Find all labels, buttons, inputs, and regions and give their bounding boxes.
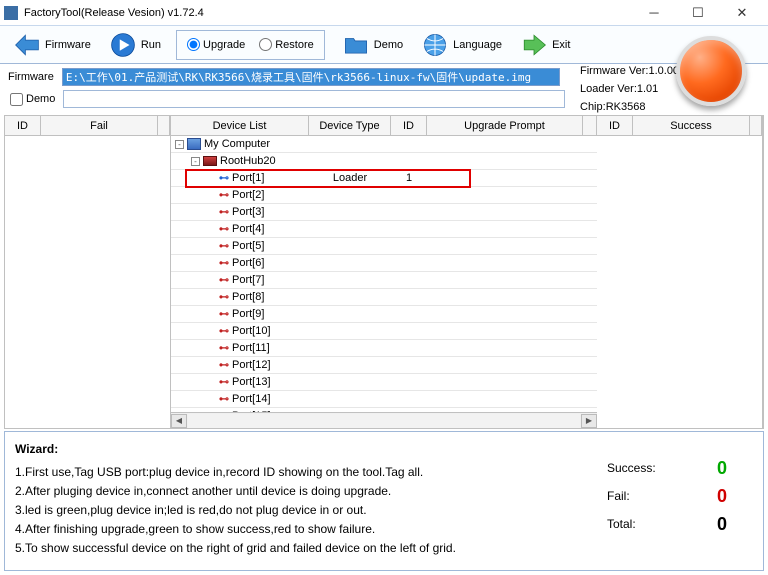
- fail-extra-header[interactable]: [158, 116, 170, 136]
- titlebar: FactoryTool(Release Vesion) v1.72.4 ─ ☐ …: [0, 0, 768, 26]
- demo-button[interactable]: Demo: [335, 28, 410, 62]
- device-panel: Device List Device Type ID Upgrade Promp…: [171, 116, 597, 428]
- usb-icon: ⊷: [219, 411, 229, 413]
- usb-icon: ⊷: [219, 292, 229, 303]
- wizard-panel: Wizard: 1.First use,Tag USB port:plug de…: [4, 431, 764, 571]
- tree-row[interactable]: ⊷Port[9]: [171, 306, 597, 323]
- mid-panel: ID Fail Device List Device Type ID Upgra…: [4, 115, 764, 429]
- device-tree[interactable]: -My Computer-RootHub20⊷Port[1]Loader1⊷Po…: [171, 136, 597, 412]
- usb-icon: ⊷: [219, 394, 229, 405]
- collapse-icon[interactable]: -: [191, 157, 200, 166]
- devid-header[interactable]: ID: [391, 116, 427, 136]
- restore-radio[interactable]: Restore: [259, 38, 314, 51]
- usb-icon: ⊷: [219, 275, 229, 286]
- exit-icon: [520, 31, 548, 59]
- run-button[interactable]: Run: [102, 28, 168, 62]
- firmware-button[interactable]: Firmware: [6, 28, 98, 62]
- firmware-icon: [13, 31, 41, 59]
- minimize-button[interactable]: ─: [632, 0, 676, 26]
- total-value: 0: [707, 510, 737, 538]
- scroll-right-icon[interactable]: ▶: [581, 414, 597, 428]
- tree-row[interactable]: ⊷Port[7]: [171, 272, 597, 289]
- run-label: Run: [141, 39, 161, 51]
- app-icon: [4, 6, 18, 20]
- tree-row[interactable]: ⊷Port[2]: [171, 187, 597, 204]
- usb-icon: ⊷: [219, 377, 229, 388]
- tree-row[interactable]: ⊷Port[6]: [171, 255, 597, 272]
- tree-row[interactable]: ⊷Port[4]: [171, 221, 597, 238]
- usb-icon: ⊷: [219, 309, 229, 320]
- tree-row[interactable]: ⊷Port[3]: [171, 204, 597, 221]
- collapse-icon[interactable]: -: [175, 140, 184, 149]
- tree-row[interactable]: ⊷Port[13]: [171, 374, 597, 391]
- devtype-header[interactable]: Device Type: [309, 116, 391, 136]
- fail-id-header[interactable]: ID: [5, 116, 41, 136]
- h-scrollbar[interactable]: ◀ ▶: [171, 412, 597, 428]
- tree-row[interactable]: ⊷Port[1]Loader1: [171, 170, 597, 187]
- globe-icon: [421, 31, 449, 59]
- fail-label: Fail:: [607, 482, 630, 510]
- mode-group: Upgrade Restore: [176, 30, 325, 60]
- total-label: Total:: [607, 510, 636, 538]
- tree-row[interactable]: ⊷Port[14]: [171, 391, 597, 408]
- dev-extra-header[interactable]: [583, 116, 597, 136]
- success-value: 0: [707, 454, 737, 482]
- hub-icon: [203, 156, 217, 166]
- usb-icon: ⊷: [219, 258, 229, 269]
- demo-label: Demo: [374, 39, 403, 51]
- fail-grid: ID Fail: [5, 116, 171, 428]
- success-grid-body[interactable]: [597, 136, 762, 428]
- scroll-track[interactable]: [188, 414, 580, 428]
- language-label: Language: [453, 39, 502, 51]
- wizard-stats: Success: 0 Fail: 0 Total: 0: [607, 454, 737, 538]
- demo-checkbox[interactable]: Demo: [10, 93, 55, 106]
- wizard-line: 5.To show successful device on the right…: [15, 539, 753, 558]
- start-big-button[interactable]: [676, 36, 756, 106]
- usb-icon: ⊷: [219, 343, 229, 354]
- tree-row[interactable]: -RootHub20: [171, 153, 597, 170]
- devlist-header[interactable]: Device List: [171, 116, 309, 136]
- play-icon: [109, 31, 137, 59]
- maximize-button[interactable]: ☐: [676, 0, 720, 26]
- firmware-path-label: Firmware: [8, 71, 56, 83]
- toolbar: Firmware Run Upgrade Restore Demo Langua…: [0, 26, 768, 64]
- success-label: Success:: [607, 454, 656, 482]
- tree-row[interactable]: ⊷Port[15]: [171, 408, 597, 412]
- success-grid: ID Success: [597, 116, 763, 428]
- usb-icon: ⊷: [219, 326, 229, 337]
- usb-icon: ⊷: [219, 173, 229, 184]
- usb-icon: ⊷: [219, 207, 229, 218]
- fail-col-header[interactable]: Fail: [41, 116, 158, 136]
- devprompt-header[interactable]: Upgrade Prompt: [427, 116, 583, 136]
- firmware-path-input[interactable]: [62, 68, 560, 86]
- close-button[interactable]: ✕: [720, 0, 764, 26]
- window-title: FactoryTool(Release Vesion) v1.72.4: [24, 7, 632, 19]
- exit-button[interactable]: Exit: [513, 28, 577, 62]
- tree-row[interactable]: ⊷Port[5]: [171, 238, 597, 255]
- usb-icon: ⊷: [219, 224, 229, 235]
- upgrade-radio[interactable]: Upgrade: [187, 38, 245, 51]
- language-button[interactable]: Language: [414, 28, 509, 62]
- fail-value: 0: [707, 482, 737, 510]
- success-col-header[interactable]: Success: [633, 116, 750, 136]
- usb-icon: ⊷: [219, 360, 229, 371]
- usb-icon: ⊷: [219, 190, 229, 201]
- scroll-left-icon[interactable]: ◀: [171, 414, 187, 428]
- demo-path-input[interactable]: [63, 90, 565, 108]
- firmware-label: Firmware: [45, 39, 91, 51]
- tree-row[interactable]: -My Computer: [171, 136, 597, 153]
- tree-row[interactable]: ⊷Port[12]: [171, 357, 597, 374]
- fail-grid-body[interactable]: [5, 136, 170, 428]
- exit-label: Exit: [552, 39, 570, 51]
- success-id-header[interactable]: ID: [597, 116, 633, 136]
- tree-row[interactable]: ⊷Port[10]: [171, 323, 597, 340]
- success-extra-header[interactable]: [750, 116, 762, 136]
- computer-icon: [187, 138, 201, 150]
- folder-icon: [342, 31, 370, 59]
- info-block: Firmware Ver:1.0.00 Loader Ver:1.01 Chip…: [580, 62, 679, 116]
- tree-row[interactable]: ⊷Port[8]: [171, 289, 597, 306]
- tree-row[interactable]: ⊷Port[11]: [171, 340, 597, 357]
- usb-icon: ⊷: [219, 241, 229, 252]
